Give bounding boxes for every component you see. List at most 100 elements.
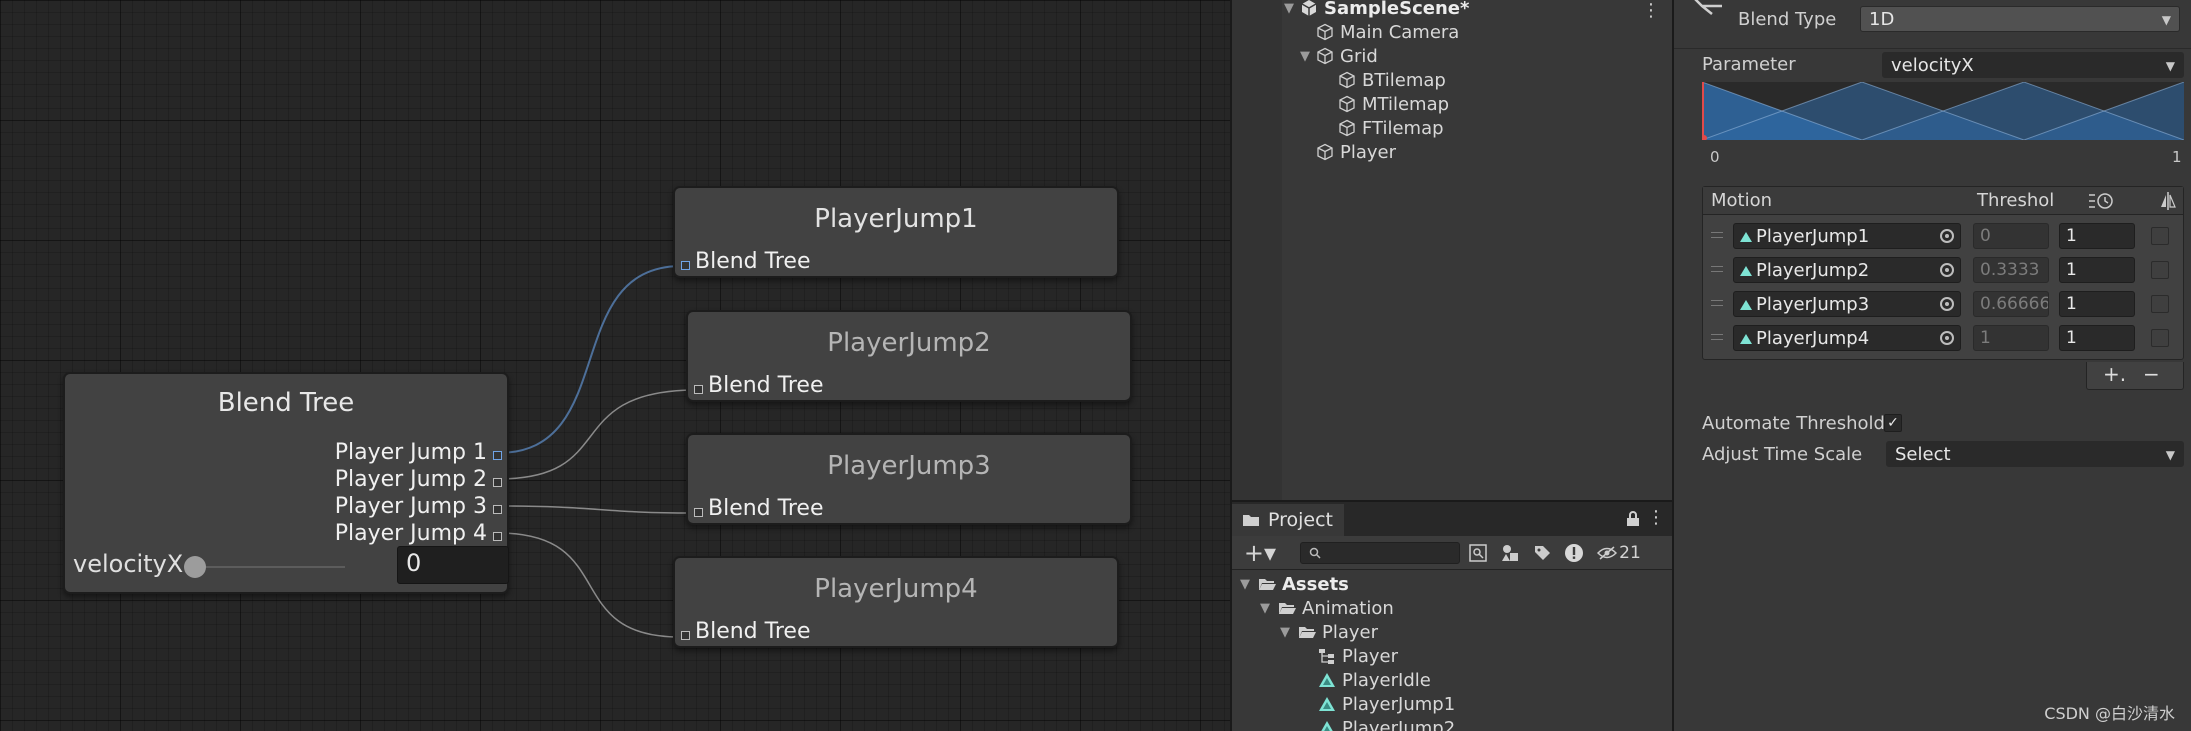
motion-row-2[interactable]: PlayerJump2 0.3333 1	[1703, 253, 2183, 287]
leaf-node-playerjump4[interactable]: PlayerJump4 Blend Tree	[673, 556, 1119, 648]
blend-type-dropdown[interactable]: 1D ▼	[1860, 6, 2180, 32]
expand-triangle-icon[interactable]: ▼	[1260, 601, 1278, 616]
expand-triangle-icon[interactable]: ▼	[1300, 49, 1316, 64]
filter-by-label-icon[interactable]	[1530, 541, 1554, 565]
parameter-slider-knob[interactable]	[184, 556, 206, 578]
object-picker-icon[interactable]	[1940, 263, 1954, 277]
motion-name: PlayerJump2	[1756, 259, 1870, 281]
threshold-field[interactable]: 0.66666	[1973, 291, 2049, 317]
drag-handle-icon[interactable]	[1711, 232, 1723, 238]
expand-triangle-icon[interactable]: ▼	[1280, 625, 1298, 640]
threshold-field[interactable]: 0	[1973, 223, 2049, 249]
blend-weights-graph[interactable]	[1702, 82, 2184, 140]
motion-table-header: Motion Threshol	[1703, 187, 2183, 215]
motion-field[interactable]: PlayerJump3	[1733, 291, 1961, 317]
leaf-input-port[interactable]: Blend Tree	[693, 496, 823, 521]
expand-triangle-icon[interactable]: ▼	[1240, 577, 1258, 592]
motion-field[interactable]: PlayerJump4	[1733, 325, 1961, 351]
blend-tree-icon	[1694, 0, 1722, 15]
tab-project[interactable]: Project	[1232, 504, 1344, 536]
project-menu-icon[interactable]: ⋮	[1647, 505, 1665, 529]
project-item-playerjump1[interactable]: PlayerJump1	[1318, 692, 1455, 716]
console-warning-icon[interactable]	[1562, 541, 1586, 565]
mirror-column-icon	[2161, 192, 2176, 210]
hidden-packages-toggle[interactable]: 21	[1594, 541, 1644, 565]
time-scale-field[interactable]: 1	[2059, 223, 2135, 249]
object-picker-icon[interactable]	[1940, 297, 1954, 311]
filter-by-type-icon[interactable]	[1498, 541, 1522, 565]
blend-tree-node[interactable]: Blend Tree Player Jump 1 Player Jump 2 P…	[63, 372, 509, 594]
hierarchy-item-ftilemap[interactable]: FTilemap	[1338, 116, 1444, 140]
hierarchy-menu-icon[interactable]: ⋮	[1642, 0, 1660, 21]
unity-editor: PlayerJump1 Blend Tree PlayerJump2 Blend…	[0, 0, 2191, 731]
time-scale-column-icon	[2089, 193, 2113, 209]
motion-name: PlayerJump3	[1756, 293, 1870, 315]
output-port-jump1[interactable]: Player Jump 1	[335, 440, 503, 465]
add-motion-button[interactable]: +.	[2103, 362, 2126, 386]
leaf-input-port[interactable]: Blend Tree	[680, 249, 810, 274]
threshold-field[interactable]: 0.3333	[1973, 257, 2049, 283]
motion-row-4[interactable]: PlayerJump4 1 1	[1703, 321, 2183, 355]
project-item-playeridle[interactable]: PlayerIdle	[1318, 668, 1431, 692]
project-item-player-controller[interactable]: Player	[1318, 644, 1398, 668]
chevron-down-icon: ▼	[2165, 59, 2175, 73]
motion-field[interactable]: PlayerJump2	[1733, 257, 1961, 283]
expand-triangle-icon[interactable]: ▼	[1284, 1, 1300, 16]
parameter-label: Parameter	[1702, 54, 1796, 75]
time-scale-field[interactable]: 1	[2059, 291, 2135, 317]
leaf-node-playerjump2[interactable]: PlayerJump2 Blend Tree	[686, 310, 1132, 402]
project-item-animation[interactable]: ▼ Animation	[1260, 596, 1394, 620]
mirror-checkbox[interactable]	[2151, 295, 2169, 313]
motion-row-1[interactable]: PlayerJump1 0 1	[1703, 219, 2183, 253]
automate-thresholds-checkbox[interactable]: ✓	[1884, 414, 1902, 432]
lock-icon[interactable]	[1624, 507, 1642, 531]
object-picker-icon[interactable]	[1940, 331, 1954, 345]
project-search-input[interactable]	[1300, 542, 1460, 564]
remove-motion-button[interactable]: −	[2143, 362, 2160, 386]
mirror-checkbox[interactable]	[2151, 261, 2169, 279]
output-port-jump3[interactable]: Player Jump 3	[335, 494, 503, 519]
hierarchy-item-mtilemap[interactable]: MTilemap	[1338, 92, 1449, 116]
mirror-checkbox[interactable]	[2151, 227, 2169, 245]
hierarchy-item-grid[interactable]: ▼ Grid	[1300, 44, 1378, 68]
adjust-time-scale-dropdown[interactable]: Select ▼	[1886, 441, 2184, 467]
search-icon	[1309, 547, 1321, 559]
hierarchy-item-main-camera[interactable]: Main Camera	[1316, 20, 1459, 44]
motion-name: PlayerJump4	[1756, 327, 1870, 349]
drag-handle-icon[interactable]	[1711, 334, 1723, 340]
mirror-checkbox[interactable]	[2151, 329, 2169, 347]
search-by-type-icon[interactable]	[1466, 541, 1490, 565]
create-plus-icon[interactable]: +▾	[1240, 539, 1280, 567]
hierarchy-item-btilemap[interactable]: BTilemap	[1338, 68, 1446, 92]
time-scale-field[interactable]: 1	[2059, 257, 2135, 283]
project-item-playerjump2[interactable]: PlayerJump2	[1318, 716, 1455, 731]
drag-handle-icon[interactable]	[1711, 300, 1723, 306]
leaf-input-port[interactable]: Blend Tree	[693, 373, 823, 398]
leaf-input-port[interactable]: Blend Tree	[680, 619, 810, 644]
animation-clip-icon	[1740, 266, 1752, 276]
inspector-panel: Blend Type 1D ▼ Parameter velocityX ▼ 0 …	[1672, 0, 2191, 731]
hierarchy-item-player[interactable]: Player	[1316, 140, 1396, 164]
gameobject-icon	[1317, 47, 1333, 65]
drag-handle-icon[interactable]	[1711, 266, 1723, 272]
project-item-player-folder[interactable]: ▼ Player	[1280, 620, 1378, 644]
hierarchy-scene-row[interactable]: ▼ SampleScene*	[1284, 0, 1469, 20]
output-port-jump2[interactable]: Player Jump 2	[335, 467, 503, 492]
output-port-jump4[interactable]: Player Jump 4	[335, 521, 503, 546]
leaf-title: PlayerJump4	[814, 574, 978, 604]
motion-row-3[interactable]: PlayerJump3 0.66666 1	[1703, 287, 2183, 321]
inspector-divider	[1674, 48, 2191, 49]
leaf-node-playerjump3[interactable]: PlayerJump3 Blend Tree	[686, 433, 1132, 525]
leaf-node-playerjump1[interactable]: PlayerJump1 Blend Tree	[673, 186, 1119, 278]
animator-graph[interactable]: PlayerJump1 Blend Tree PlayerJump2 Blend…	[0, 0, 1230, 731]
threshold-field[interactable]: 1	[1973, 325, 2049, 351]
project-item-label: Animation	[1302, 597, 1394, 619]
parameter-value-field[interactable]: 0	[397, 546, 509, 584]
object-picker-icon[interactable]	[1940, 229, 1954, 243]
parameter-dropdown[interactable]: velocityX ▼	[1882, 52, 2184, 78]
time-scale-field[interactable]: 1	[2059, 325, 2135, 351]
project-tab-bar: Project ⋮	[1232, 502, 1672, 536]
parameter-slider-track[interactable]	[195, 566, 345, 568]
motion-field[interactable]: PlayerJump1	[1733, 223, 1961, 249]
project-item-assets[interactable]: ▼ Assets	[1240, 572, 1349, 596]
